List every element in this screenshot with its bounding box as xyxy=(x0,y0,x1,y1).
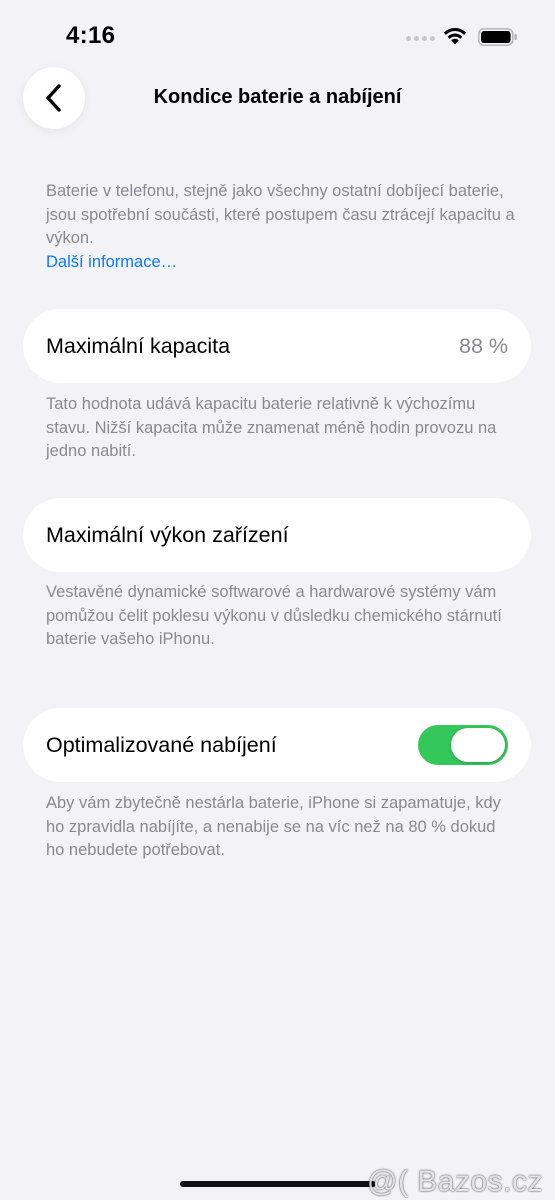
optimized-charging-row: Optimalizované nabíjení xyxy=(23,708,531,782)
intro-text: Baterie v telefonu, stejně jako všechny … xyxy=(46,182,515,247)
home-indicator[interactable] xyxy=(180,1181,376,1187)
max-capacity-row: Maximální kapacita 88 % xyxy=(23,309,531,383)
peak-performance-label: Maximální výkon zařízení xyxy=(46,522,289,547)
max-capacity-footnote: Tato hodnota udává kapacitu baterie rela… xyxy=(46,395,497,460)
optimized-charging-label: Optimalizované nabíjení xyxy=(46,732,277,757)
intro-text-block: Baterie v telefonu, stejně jako všechny … xyxy=(46,180,516,274)
peak-performance-row: Maximální výkon zařízení xyxy=(23,498,531,572)
optimized-charging-toggle[interactable] xyxy=(418,725,508,765)
peak-performance-footnote: Vestavěné dynamické softwarové a hardwar… xyxy=(46,583,502,648)
max-capacity-value: 88 % xyxy=(458,333,508,358)
bazos-watermark: @( Bazos.cz xyxy=(367,1165,543,1198)
toggle-knob xyxy=(451,728,505,762)
more-info-link[interactable]: Další informace… xyxy=(46,251,516,275)
status-bar: 4:16 xyxy=(0,0,555,70)
optimized-charging-footnote: Aby vám zbytečně nestárla baterie, iPhon… xyxy=(46,794,501,859)
page-title: Kondice baterie a nabíjení xyxy=(153,86,402,108)
battery-icon xyxy=(478,28,517,46)
max-capacity-label: Maximální kapacita xyxy=(46,333,231,358)
status-time: 4:16 xyxy=(66,22,116,49)
wifi-icon xyxy=(443,27,467,45)
signal-icon xyxy=(406,36,435,41)
